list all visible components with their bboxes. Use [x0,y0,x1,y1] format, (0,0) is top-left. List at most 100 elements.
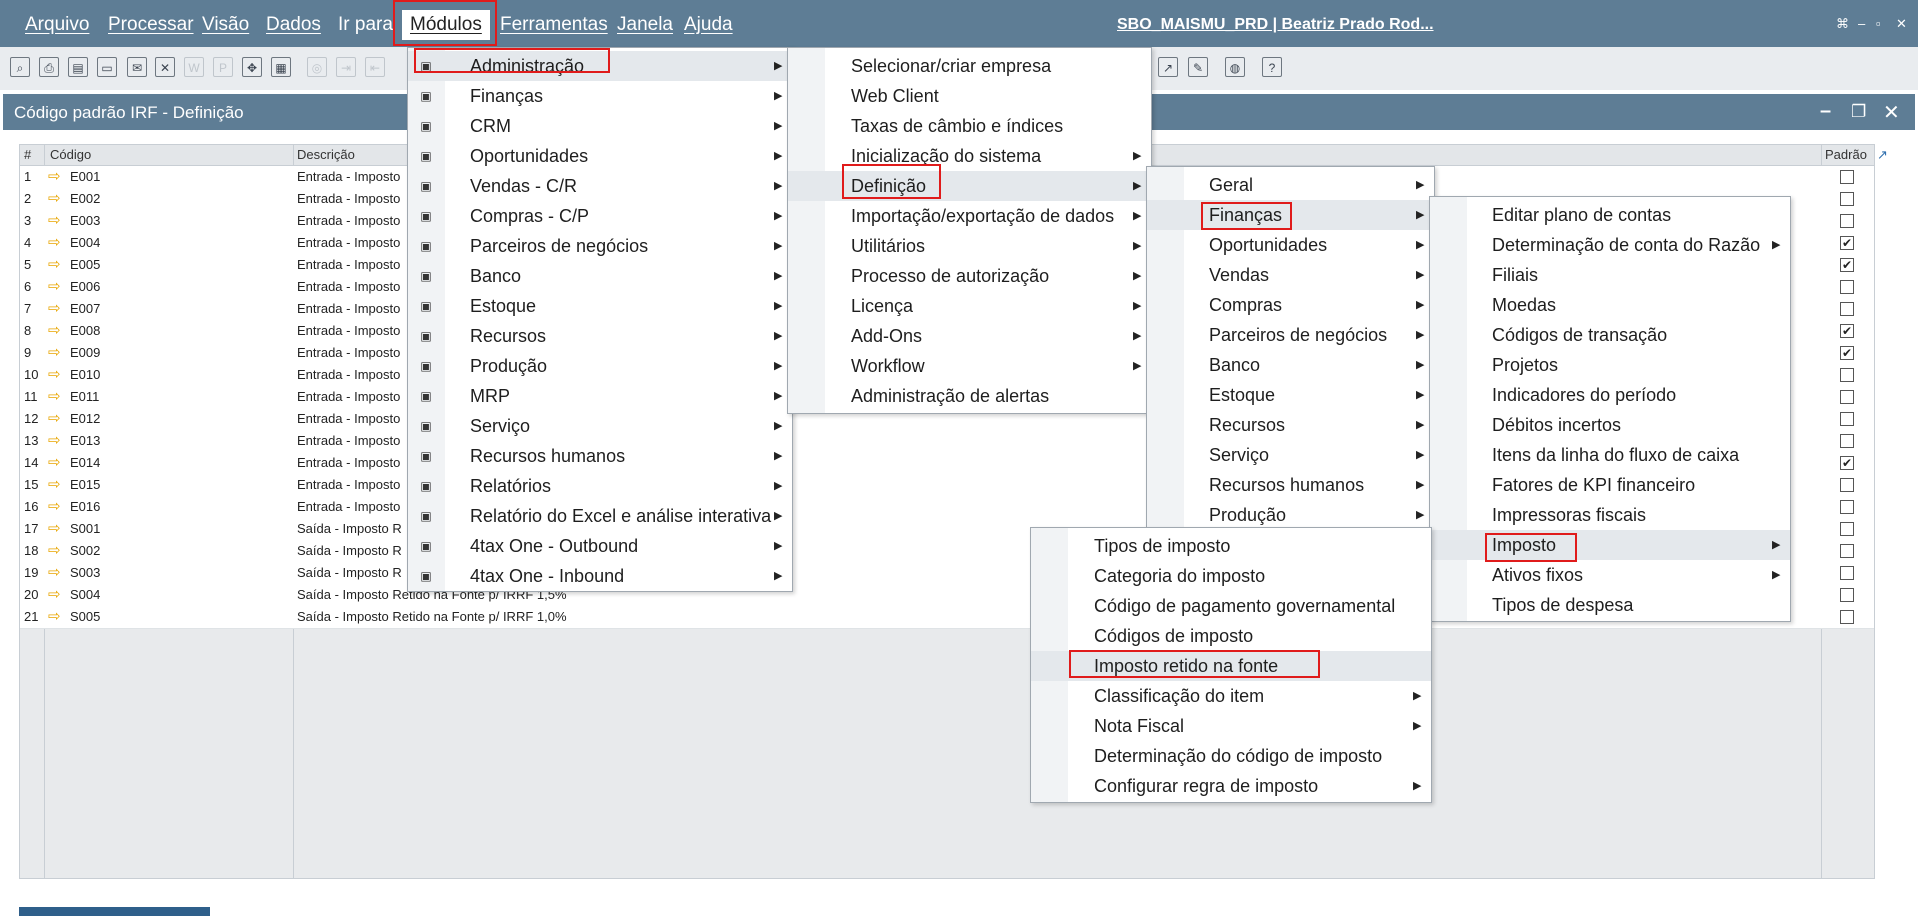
default-checkbox[interactable] [1840,170,1854,184]
menu-item-financas[interactable]: Projetos [1430,350,1790,380]
default-checkbox[interactable] [1840,610,1854,624]
move-icon[interactable]: ✥ [242,57,262,77]
menu-item-modulos[interactable]: ▣ Relatórios ▶ [408,471,792,501]
row-code[interactable]: E005 [70,257,100,272]
row-description[interactable]: Saída - Imposto R [297,521,402,536]
menu-item-imposto[interactable]: Tipos de imposto [1031,531,1431,561]
menu-item-administracao[interactable]: Selecionar/criar empresa [788,51,1151,81]
row-code[interactable]: E011 [70,389,99,404]
link-arrow-icon[interactable]: ⇨ [48,299,61,317]
default-checkbox[interactable] [1840,214,1854,228]
menu-item-definicao[interactable]: Geral ▶ [1147,170,1434,200]
default-checkbox[interactable] [1840,566,1854,580]
row-code[interactable]: E014 [70,455,100,470]
row-code[interactable]: E009 [70,345,100,360]
link-arrow-icon[interactable]: ⇨ [48,409,61,427]
expand-icon[interactable]: ↗ [1877,147,1888,163]
row-description[interactable]: Entrada - Imposto [297,257,400,272]
menu-item-definicao[interactable]: Recursos ▶ [1147,410,1434,440]
menu-item-modulos[interactable]: ▣ Recursos ▶ [408,321,792,351]
link-arrow-icon[interactable]: ⇨ [48,519,61,537]
app-minimize-icon[interactable]: – [1858,16,1865,31]
menu-item-financas[interactable]: Ativos fixos ▶ [1430,560,1790,590]
menu-item-imposto[interactable]: Códigos de imposto [1031,621,1431,651]
menu-item-modulos[interactable]: ▣ Banco ▶ [408,261,792,291]
menu-arquivo[interactable]: Arquivo [25,14,89,36]
menu-ir-para[interactable]: Ir para [338,14,393,36]
excel-icon[interactable]: ✕ [155,57,175,77]
cancel-button[interactable] [112,907,210,916]
row-description[interactable]: Entrada - Imposto [297,323,400,338]
menu-item-definicao[interactable]: Produção ▶ [1147,500,1434,530]
default-checkbox[interactable] [1840,544,1854,558]
menu-janela[interactable]: Janela [617,14,673,36]
menu-item-modulos[interactable]: ▣ 4tax One - Outbound ▶ [408,531,792,561]
row-description[interactable]: Entrada - Imposto [297,301,400,316]
menu-ajuda[interactable]: Ajuda [684,14,733,36]
menu-item-definicao[interactable]: Compras ▶ [1147,290,1434,320]
col-default-header[interactable]: Padrão [1825,147,1867,162]
row-code[interactable]: E007 [70,301,100,316]
row-description[interactable]: Entrada - Imposto [297,345,400,360]
menu-item-financas[interactable]: Moedas [1430,290,1790,320]
row-description[interactable]: Saída - Imposto Retido na Fonte p/ IRRF … [297,609,567,624]
row-description[interactable]: Entrada - Imposto [297,169,400,184]
doc-close-icon[interactable]: ✕ [1883,100,1900,125]
app-close-icon[interactable]: ✕ [1896,16,1907,32]
default-checkbox[interactable] [1840,192,1854,206]
menu-visao[interactable]: Visão [202,14,249,36]
menu-item-definicao[interactable]: Banco ▶ [1147,350,1434,380]
menu-item-modulos[interactable]: ▣ Compras - C/P ▶ [408,201,792,231]
row-description[interactable]: Entrada - Imposto [297,433,400,448]
menu-item-imposto[interactable]: Categoria do imposto [1031,561,1431,591]
default-checkbox[interactable] [1840,588,1854,602]
default-checkbox[interactable] [1840,390,1854,404]
link-arrow-icon[interactable]: ⇨ [48,497,61,515]
menu-item-modulos[interactable]: ▣ 4tax One - Inbound ▶ [408,561,792,591]
row-code[interactable]: S005 [70,609,100,624]
menu-item-financas[interactable]: Débitos incertos [1430,410,1790,440]
menu-item-administracao[interactable]: Web Client [788,81,1151,111]
doc-restore-icon[interactable]: ❐ [1851,102,1866,122]
menu-item-modulos[interactable]: ▣ Produção ▶ [408,351,792,381]
link-arrow-icon[interactable]: ⇨ [48,343,61,361]
print-icon[interactable]: ⎙ [39,57,59,77]
link-arrow-icon[interactable]: ⇨ [48,475,61,493]
menu-item-financas[interactable]: Tipos de despesa [1430,590,1790,620]
default-checkbox[interactable] [1840,500,1854,514]
default-checkbox[interactable]: ✔ [1840,346,1854,360]
find-icon[interactable]: ⌕ [10,57,30,77]
row-description[interactable]: Entrada - Imposto [297,235,400,250]
menu-item-definicao[interactable]: Vendas ▶ [1147,260,1434,290]
default-checkbox[interactable] [1840,280,1854,294]
link-arrow-icon[interactable]: ⇨ [48,255,61,273]
link-arrow-icon[interactable]: ⇨ [48,607,61,625]
menu-item-modulos[interactable]: ▣ CRM ▶ [408,111,792,141]
row-description[interactable]: Saída - Imposto R [297,543,402,558]
menu-processar[interactable]: Processar [108,14,194,36]
default-checkbox[interactable] [1840,412,1854,426]
default-checkbox[interactable] [1840,302,1854,316]
link-arrow-icon[interactable]: ⇨ [48,211,61,229]
row-code[interactable]: E015 [70,477,100,492]
menu-item-administracao[interactable]: Importação/exportação de dados ▶ [788,201,1151,231]
col-code-header[interactable]: Código [50,147,91,162]
menu-item-modulos[interactable]: ▣ MRP ▶ [408,381,792,411]
row-code[interactable]: S001 [70,521,100,536]
menu-item-administracao[interactable]: Licença ▶ [788,291,1151,321]
row-code[interactable]: S002 [70,543,100,558]
default-checkbox[interactable] [1840,522,1854,536]
link-arrow-icon[interactable]: ⇨ [48,233,61,251]
menu-item-administracao[interactable]: Add-Ons ▶ [788,321,1151,351]
menu-item-modulos[interactable]: ▣ Parceiros de negócios ▶ [408,231,792,261]
menu-item-definicao[interactable]: Parceiros de negócios ▶ [1147,320,1434,350]
menu-item-modulos[interactable]: ▣ Recursos humanos ▶ [408,441,792,471]
link-arrow-icon[interactable]: ⇨ [48,189,61,207]
row-description[interactable]: Entrada - Imposto [297,477,400,492]
web-icon[interactable]: ◍ [1225,57,1245,77]
default-checkbox[interactable]: ✔ [1840,258,1854,272]
menu-item-financas[interactable]: Filiais [1430,260,1790,290]
link-arrow-icon[interactable]: ⇨ [48,563,61,581]
link-arrow-icon[interactable]: ⇨ [48,541,61,559]
copy-icon[interactable]: ▭ [97,57,117,77]
